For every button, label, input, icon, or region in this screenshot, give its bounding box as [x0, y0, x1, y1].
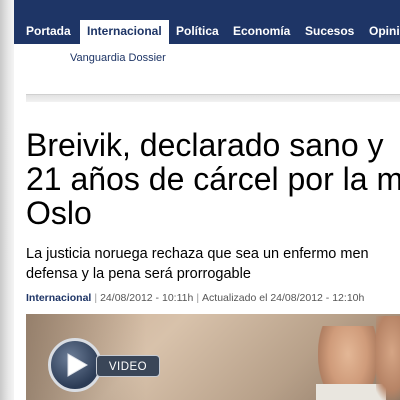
article-headline: Breivik, declarado sano y 21 años de cár… — [26, 128, 400, 230]
nav-item-portada[interactable]: Portada — [26, 22, 71, 44]
nav-item-politica[interactable]: Política — [176, 22, 219, 44]
nav-item-opinion[interactable]: Opini — [369, 22, 400, 44]
nav-item-internacional[interactable]: Internacional — [80, 20, 169, 44]
summary-line: La justicia noruega rechaza que sea un e… — [26, 246, 369, 262]
article-summary: La justicia noruega rechaza que sea un e… — [26, 244, 400, 284]
left-gutter — [0, 0, 14, 400]
subnav-vanguardia-dossier[interactable]: Vanguardia Dossier — [70, 52, 166, 64]
meta-date: 24/08/2012 - 10:11h — [100, 292, 194, 304]
section-divider — [26, 94, 400, 102]
meta-separator: | — [94, 292, 98, 304]
meta-section-link[interactable]: Internacional — [26, 292, 91, 304]
headline-line: 21 años de cárcel por la m — [26, 161, 400, 197]
article-meta: Internacional | 24/08/2012 - 10:11h | Actual… — [26, 292, 364, 304]
video-play-button[interactable] — [48, 338, 102, 392]
nav-item-sucesos[interactable]: Sucesos — [305, 22, 354, 44]
main-navbar: Portada Internacional Política Economía … — [14, 0, 400, 44]
video-label-badge[interactable]: VIDEO — [96, 355, 160, 377]
summary-line: defensa y la pena será prorrogable — [26, 266, 251, 282]
play-icon — [67, 353, 88, 377]
nav-item-economia[interactable]: Economía — [233, 22, 290, 44]
thumbnail-person-face-right — [376, 316, 400, 400]
meta-separator: | — [196, 292, 200, 304]
meta-updated: Actualizado el 24/08/2012 - 12:10h — [202, 292, 365, 304]
headline-line: Oslo — [26, 195, 92, 231]
headline-line: Breivik, declarado sano y — [26, 127, 384, 163]
